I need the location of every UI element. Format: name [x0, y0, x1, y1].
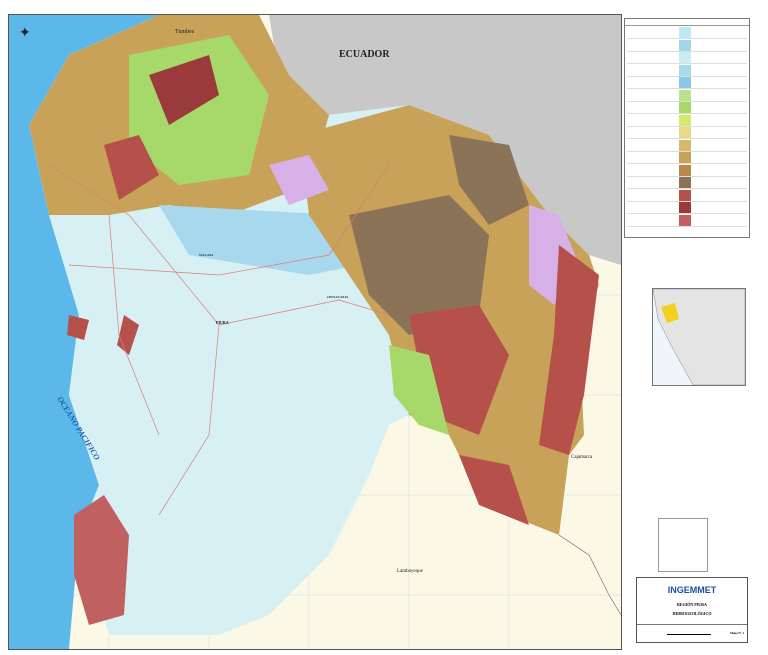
hydrogeological-map[interactable]: ECUADOR Tumbes OCEANO PACIFICO PIURA SUL…	[8, 14, 622, 650]
legend-swatch	[679, 164, 691, 176]
legend-swatch	[679, 102, 691, 113]
legend-row	[627, 177, 747, 189]
legend-row	[627, 139, 747, 152]
ecuador-label: ECUADOR	[339, 49, 390, 60]
legend-swatch	[679, 39, 691, 51]
legend-row	[627, 214, 747, 227]
lambayeque-label: Lambayeque	[397, 569, 423, 574]
legend-row	[627, 27, 747, 39]
title-block: INGEMMET REGIÓN PIURA HIDROGEOLÓGICO Map…	[636, 577, 748, 643]
legend-swatch	[679, 152, 691, 163]
cajamarca-label: Cajamarca	[571, 455, 593, 460]
legend-swatch	[679, 214, 691, 226]
legend-swatch	[679, 27, 691, 38]
legend-swatch	[679, 127, 691, 138]
legend-swatch	[679, 89, 691, 101]
legend-row	[627, 189, 747, 202]
divider	[637, 624, 747, 625]
legend-swatch	[679, 177, 691, 188]
piura-label: PIURA	[216, 320, 229, 325]
location-inset-map	[652, 288, 746, 386]
hydrogeological-legend	[624, 18, 750, 238]
legend-swatch	[679, 189, 691, 201]
region-title: REGIÓN PIURA	[677, 602, 707, 607]
legend-row	[627, 202, 747, 214]
legend-swatch	[679, 202, 691, 213]
legend-row	[627, 102, 747, 114]
legend-row	[627, 52, 747, 64]
legend-swatch	[679, 114, 691, 126]
lambayeque-border	[558, 534, 621, 616]
legend-swatch	[679, 77, 691, 88]
legend-row	[627, 77, 747, 89]
legend-row	[627, 64, 747, 77]
tumbes-label: Tumbes	[175, 29, 195, 35]
map-type-title: HIDROGEOLÓGICO	[672, 611, 712, 616]
legend-swatch	[679, 64, 691, 76]
legend-header	[625, 19, 749, 26]
org-logo: INGEMMET	[667, 585, 717, 595]
sullana-label: SULLANA	[199, 253, 214, 257]
legend-swatch	[679, 52, 691, 63]
sheet-number: Mapa N° 1	[730, 631, 744, 635]
legend-row	[627, 164, 747, 177]
north-arrow-icon: ✦	[19, 26, 31, 41]
legend-swatch	[679, 139, 691, 151]
conventional-signs-legend	[658, 518, 708, 572]
legend-row	[627, 127, 747, 139]
scale-bar	[667, 634, 711, 635]
legend-row	[627, 114, 747, 127]
legend-row	[627, 152, 747, 164]
legend-row	[627, 39, 747, 52]
legend-row	[627, 89, 747, 102]
map-canvas	[9, 15, 621, 649]
chulucanas-label: CHULUCANAS	[327, 295, 349, 299]
